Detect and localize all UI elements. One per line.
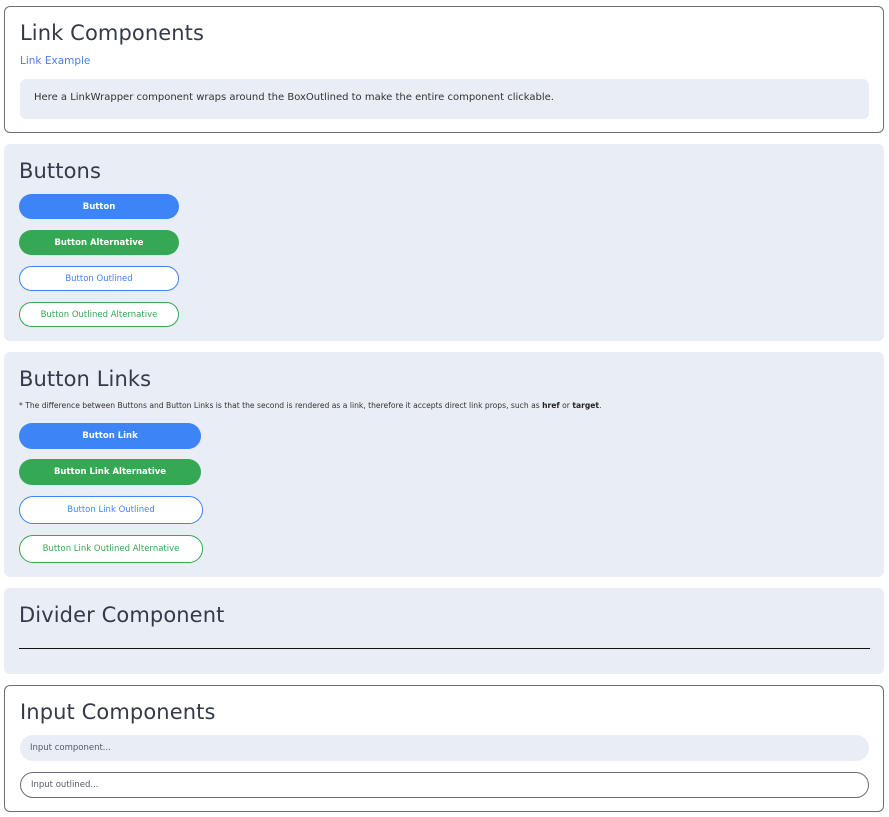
button-links-note: * The difference between Buttons and But… <box>19 401 601 410</box>
button-link-outlined[interactable]: Button Link Outlined <box>19 496 203 524</box>
input-outlined[interactable] <box>20 772 869 798</box>
note-or: or <box>562 401 570 410</box>
input-components-card: Input Components <box>4 685 884 812</box>
button-alternative[interactable]: Button Alternative <box>19 230 179 255</box>
button-link[interactable]: Button Link <box>19 423 201 449</box>
button-links-title: Button Links <box>19 367 152 391</box>
button-links-card: Button Links * The difference between Bu… <box>4 352 884 577</box>
buttons-card: Buttons Button Button Alternative Button… <box>4 144 884 341</box>
link-components-title: Link Components <box>20 21 205 45</box>
divider-card: Divider Component <box>4 588 884 674</box>
divider-line <box>19 648 870 649</box>
input-component[interactable] <box>20 735 869 761</box>
link-components-card: Link Components Link Example Here a Link… <box>4 6 884 133</box>
button-outlined[interactable]: Button Outlined <box>19 266 179 291</box>
link-example[interactable]: Link Example <box>20 55 90 67</box>
note-href: href <box>542 401 560 410</box>
button-link-outlined-alternative[interactable]: Button Link Outlined Alternative <box>19 535 203 563</box>
note-end: . <box>599 401 602 410</box>
note-prefix: * The difference between Buttons and But… <box>19 401 540 410</box>
button[interactable]: Button <box>19 194 179 219</box>
link-wrapper-text: Here a LinkWrapper component wraps aroun… <box>34 92 554 103</box>
link-wrapper-box[interactable]: Here a LinkWrapper component wraps aroun… <box>20 79 869 119</box>
buttons-title: Buttons <box>19 159 101 183</box>
divider-title: Divider Component <box>19 603 225 627</box>
button-outlined-alternative[interactable]: Button Outlined Alternative <box>19 302 179 327</box>
button-link-alternative[interactable]: Button Link Alternative <box>19 459 201 485</box>
note-target: target <box>572 401 600 410</box>
input-components-title: Input Components <box>20 700 216 724</box>
